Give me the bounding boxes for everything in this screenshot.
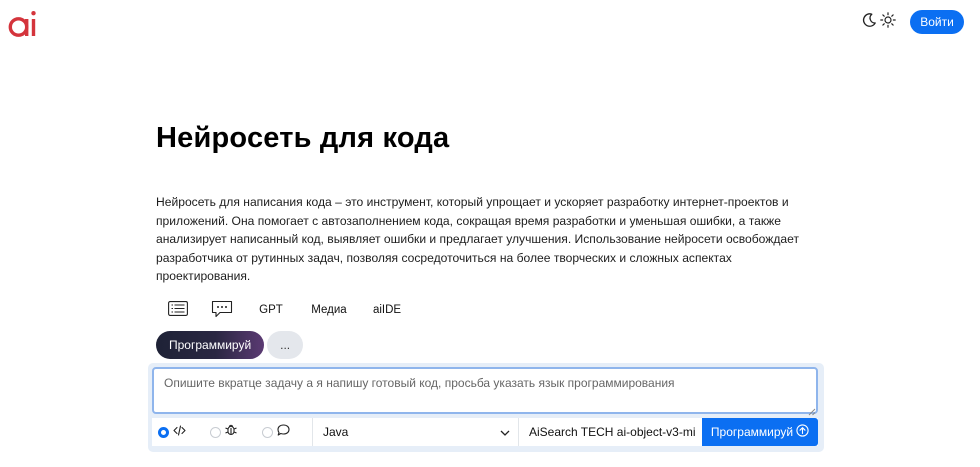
logo[interactable] — [8, 8, 38, 38]
submit-button[interactable]: Программируй — [702, 418, 818, 446]
submode-tabs: Программируй ... — [156, 331, 304, 359]
radio-explain[interactable] — [262, 426, 273, 438]
login-button[interactable]: Войти — [910, 10, 964, 34]
list-icon — [168, 301, 188, 319]
language-select[interactable]: Java — [312, 418, 518, 446]
mode-tabs: GPT Медиа aiIDE — [156, 298, 414, 322]
tab-chat[interactable] — [200, 298, 244, 322]
sun-icon[interactable] — [880, 12, 896, 33]
comment-icon — [277, 423, 290, 441]
arrow-up-circle-icon — [796, 424, 809, 440]
radio-debug[interactable] — [210, 426, 221, 438]
model-select-value: AiSearch TECH ai-object-v3-mi — [529, 425, 696, 439]
tab-aiide[interactable]: aiIDE — [360, 298, 414, 322]
tab-gpt[interactable]: GPT — [244, 298, 298, 322]
task-type-debug[interactable] — [204, 418, 256, 446]
moon-icon[interactable] — [861, 12, 877, 33]
model-select[interactable]: AiSearch TECH ai-object-v3-mi — [518, 418, 724, 446]
submit-button-label: Программируй — [710, 425, 794, 439]
prompt-input[interactable] — [152, 367, 818, 414]
page-description: Нейросеть для написания кода – это инстр… — [156, 195, 799, 283]
tab-media[interactable]: Медиа — [298, 298, 360, 322]
code-icon — [173, 423, 186, 441]
task-type-explain[interactable] — [256, 418, 312, 446]
language-select-value: Java — [323, 425, 349, 439]
ai-logo-mark — [8, 11, 36, 37]
tab-programmiruy[interactable]: Программируй — [156, 331, 265, 359]
theme-toggle[interactable] — [861, 12, 896, 33]
page-title: Нейросеть для кода — [156, 122, 450, 154]
tab-list[interactable] — [156, 298, 200, 322]
radio-code[interactable] — [158, 426, 169, 438]
chevron-down-icon — [500, 425, 510, 439]
chat-icon — [211, 300, 233, 321]
more-tabs-button[interactable]: ... — [267, 331, 304, 359]
bug-icon — [225, 423, 237, 441]
task-type-code[interactable] — [152, 418, 204, 446]
